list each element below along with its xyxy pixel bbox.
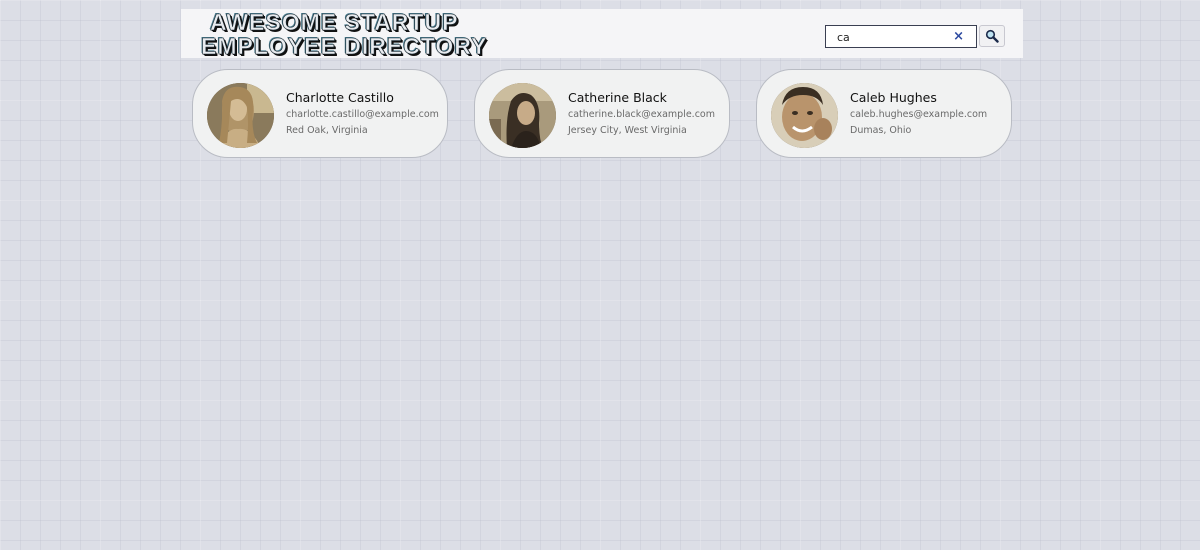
search-input[interactable] [826,27,946,48]
employee-card[interactable]: Charlotte Castillo charlotte.castillo@ex… [192,69,448,158]
employee-name: Charlotte Castillo [286,90,394,105]
employee-name: Catherine Black [568,90,667,105]
page-title: AWESOME STARTUP EMPLOYEE DIRECTORY [201,9,488,59]
avatar [489,83,556,148]
employee-email: caleb.hughes@example.com [850,109,988,120]
page-title-line-1: AWESOME STARTUP [210,9,459,35]
employee-card[interactable]: Catherine Black catherine.black@example.… [474,69,730,158]
employee-name: Caleb Hughes [850,90,937,105]
search-box: × [825,25,977,48]
employee-location: Red Oak, Virginia [286,125,368,136]
employee-location: Dumas, Ohio [850,125,912,136]
employee-email: charlotte.castillo@example.com [286,109,439,120]
employee-card[interactable]: Caleb Hughes caleb.hughes@example.com Du… [756,69,1012,158]
employee-email: catherine.black@example.com [568,109,715,120]
search-button[interactable] [979,25,1005,47]
magnifier-icon [985,29,999,43]
avatar [207,83,274,148]
employee-location: Jersey City, West Virginia [568,125,687,136]
avatar [771,83,838,148]
app-header: AWESOME STARTUP EMPLOYEE DIRECTORY × [181,9,1023,58]
clear-search-icon[interactable]: × [953,28,964,45]
page-title-line-2: EMPLOYEE DIRECTORY [201,33,488,59]
